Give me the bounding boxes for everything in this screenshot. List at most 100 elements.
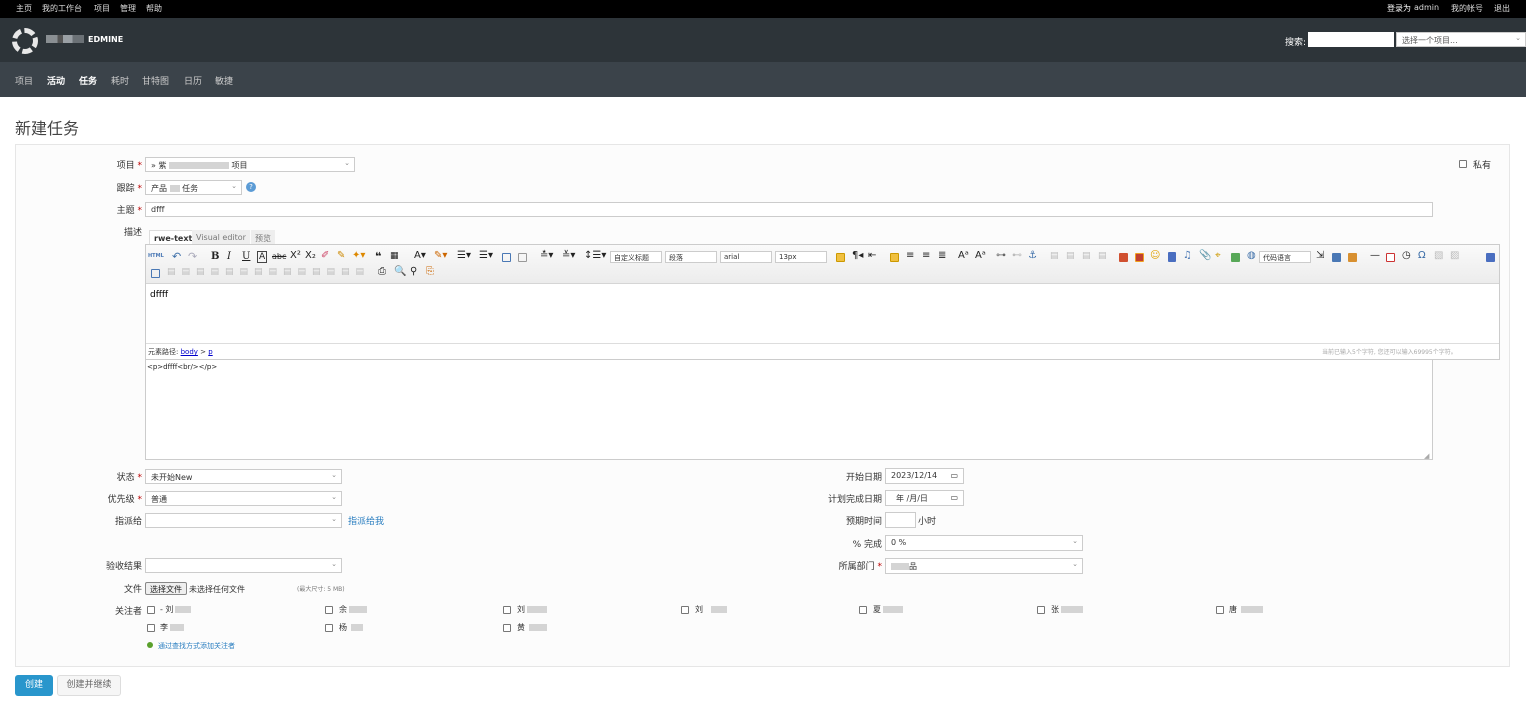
paste-plain-icon[interactable]: ▦ xyxy=(390,251,399,261)
template-icon[interactable] xyxy=(1348,253,1357,262)
music-icon[interactable]: ♫ xyxy=(1183,250,1192,261)
underline-icon[interactable]: U xyxy=(242,251,250,262)
image-right-icon[interactable]: ▤ xyxy=(1082,251,1091,261)
tab-activity[interactable]: 活动 xyxy=(47,74,65,87)
my-account-link[interactable]: 我的帐号 xyxy=(1451,3,1483,14)
priority-select[interactable]: 普通 ⌄ xyxy=(145,491,342,506)
link-icon[interactable]: ⊶ xyxy=(996,250,1006,261)
select-all-icon[interactable] xyxy=(502,253,511,262)
map-icon[interactable]: ⌖ xyxy=(1215,250,1221,261)
highlight-icon[interactable]: ✎▾ xyxy=(434,250,447,261)
auto-format-icon[interactable]: ✦▾ xyxy=(352,250,365,261)
logged-in-user-link[interactable]: admin xyxy=(1414,3,1439,12)
watcher-checkbox[interactable] xyxy=(147,606,155,614)
tab-visual-editor[interactable]: Visual editor xyxy=(192,230,250,244)
indent-icon[interactable]: ⇤ xyxy=(868,250,876,261)
wordimage-icon[interactable]: ▧ xyxy=(1434,250,1443,261)
redo-icon[interactable]: ↷ xyxy=(188,250,197,263)
help-icon[interactable]: ? xyxy=(246,182,256,192)
calendar-icon[interactable]: ▭ xyxy=(950,471,958,480)
create-button[interactable]: 创建 xyxy=(15,675,53,696)
page-break-icon[interactable]: ⇲ xyxy=(1316,250,1324,261)
blockquote-icon[interactable]: ❝ xyxy=(375,250,381,263)
calendar-icon[interactable]: ▭ xyxy=(950,493,958,502)
tab-preview[interactable]: 预览 xyxy=(251,230,275,244)
background-icon[interactable] xyxy=(1332,253,1341,262)
html-source-button[interactable]: HTML xyxy=(148,253,164,259)
watcher-checkbox[interactable] xyxy=(681,606,689,614)
gmap-icon[interactable] xyxy=(1231,253,1240,262)
align-left-icon[interactable] xyxy=(890,253,899,262)
custom-title-select[interactable]: 自定义标题 xyxy=(610,251,662,263)
insert-image-icon[interactable] xyxy=(1135,253,1144,262)
watcher-checkbox[interactable] xyxy=(503,606,511,614)
lowercase-icon[interactable]: Aᵃ xyxy=(975,250,986,261)
italic-icon[interactable]: I xyxy=(227,251,231,262)
format-painter-icon[interactable]: ✎ xyxy=(337,250,345,261)
uppercase-icon[interactable]: Aᵃ xyxy=(958,250,969,261)
preview-icon[interactable]: 🔍 xyxy=(394,266,406,277)
element-path-body[interactable]: body xyxy=(181,348,198,356)
watcher-checkbox[interactable] xyxy=(1037,606,1045,614)
code-language-select[interactable]: 代码语言 xyxy=(1259,251,1311,263)
paragraph-select[interactable]: 段落 xyxy=(665,251,717,263)
drafts-icon[interactable]: ⎘ xyxy=(426,266,434,277)
unlink-icon[interactable]: ⊷ xyxy=(1012,250,1022,261)
resize-handle-icon[interactable]: ◢ xyxy=(1424,452,1429,460)
ordered-list-icon[interactable]: ☰▾ xyxy=(457,250,471,261)
watcher-checkbox[interactable] xyxy=(325,606,333,614)
tab-projects[interactable]: 项目 xyxy=(15,74,33,87)
strikethrough-icon[interactable]: abc xyxy=(272,252,286,261)
element-path-p[interactable]: p xyxy=(208,348,212,356)
unordered-list-icon[interactable]: ☰▾ xyxy=(479,250,493,261)
top-menu-my-page[interactable]: 我的工作台 xyxy=(42,3,82,14)
print-icon[interactable]: ⎙ xyxy=(378,266,386,277)
tab-time[interactable]: 耗时 xyxy=(111,74,129,87)
font-family-select[interactable]: arial xyxy=(720,251,772,263)
search-input[interactable] xyxy=(1308,32,1394,47)
row-spacing-top-icon[interactable]: ≛▾ xyxy=(540,250,553,261)
top-menu-help[interactable]: 帮助 xyxy=(146,3,162,14)
date-icon[interactable] xyxy=(1386,253,1395,262)
subscript-icon[interactable]: X₂ xyxy=(305,250,316,261)
emotion-icon[interactable]: ☺ xyxy=(1150,250,1160,261)
tab-issues[interactable]: 任务 xyxy=(79,74,97,87)
image-left-icon[interactable]: ▤ xyxy=(1066,251,1075,261)
tab-agile[interactable]: 敏捷 xyxy=(215,74,233,87)
logout-link[interactable]: 退出 xyxy=(1494,3,1510,14)
top-menu-projects[interactable]: 项目 xyxy=(94,3,110,14)
eraser-icon[interactable]: ✐ xyxy=(321,250,329,261)
estimated-time-input[interactable] xyxy=(885,512,916,528)
editor-content[interactable]: dffff xyxy=(150,290,168,300)
watcher-checkbox[interactable] xyxy=(859,606,867,614)
tab-calendar[interactable]: 日历 xyxy=(184,74,202,87)
special-chars-icon[interactable]: Ω xyxy=(1418,250,1426,261)
watcher-checkbox[interactable] xyxy=(503,624,511,632)
department-select[interactable]: 品 ⌄ xyxy=(885,558,1083,574)
align-center-icon[interactable]: ≡ xyxy=(906,250,914,261)
tracker-select[interactable]: 产品 任务 ⌄ xyxy=(145,180,242,195)
subject-input[interactable]: dfff xyxy=(145,202,1433,217)
project-select[interactable]: » 紫 项目 ⌄ xyxy=(145,157,355,172)
start-date-input[interactable]: 2023/12/14 ▭ xyxy=(885,468,964,484)
attachment-icon[interactable]: 📎 xyxy=(1199,250,1211,261)
table-ops-icons[interactable]: ▤▤▤▤▤▤▤▤▤▤▤▤▤▤ xyxy=(167,267,370,277)
align-justify-icon[interactable]: ≣ xyxy=(938,250,946,261)
watcher-checkbox[interactable] xyxy=(325,624,333,632)
top-menu-home[interactable]: 主页 xyxy=(16,3,32,14)
undo-icon[interactable]: ↶ xyxy=(172,250,181,263)
image-none-icon[interactable]: ▤ xyxy=(1050,251,1059,261)
top-menu-admin[interactable]: 管理 xyxy=(120,3,136,14)
choose-file-button[interactable]: 选择文件 xyxy=(145,582,187,595)
clear-doc-icon[interactable] xyxy=(518,253,527,262)
status-select[interactable]: 未开始New ⌄ xyxy=(145,469,342,484)
insert-video-icon[interactable] xyxy=(1168,252,1176,262)
tab-gantt[interactable]: 甘特图 xyxy=(142,74,169,87)
font-size-select[interactable]: 13px xyxy=(775,251,827,263)
done-ratio-select[interactable]: 0 % ⌄ xyxy=(885,535,1083,551)
font-color-icon[interactable]: A▾ xyxy=(414,250,426,261)
row-spacing-bottom-icon[interactable]: ≚▾ xyxy=(562,250,575,261)
due-date-input[interactable]: 年 /月/日 ▭ xyxy=(885,490,964,506)
description-textarea[interactable] xyxy=(145,360,1433,460)
assignee-select[interactable]: ⌄ xyxy=(145,513,342,528)
